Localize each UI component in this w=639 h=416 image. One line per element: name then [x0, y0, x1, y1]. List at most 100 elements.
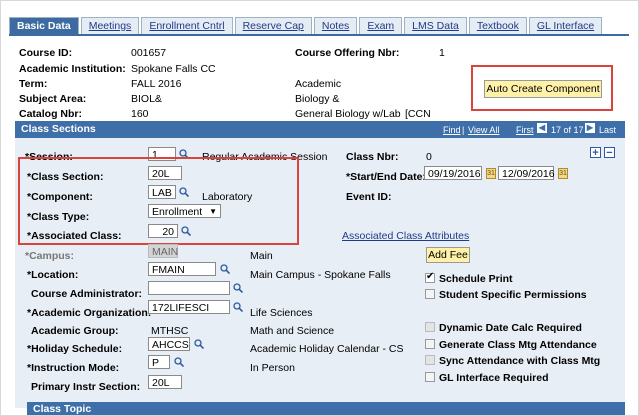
instr-mode-input[interactable]: P: [148, 355, 170, 369]
tab-underline: [9, 34, 629, 36]
class-section-input[interactable]: 20L: [148, 166, 182, 180]
class-sections-header: Class Sections Find | View All First ◀ 1…: [15, 121, 625, 138]
view-all-link[interactable]: View All: [468, 125, 499, 135]
subject-label: Subject Area:: [19, 93, 87, 105]
primary-instr-input[interactable]: 20L: [148, 375, 182, 389]
class-type-label: *Class Type:: [27, 211, 90, 223]
tab-enrollment-cntrl[interactable]: Enrollment Cntrl: [141, 17, 233, 34]
tab-notes[interactable]: Notes: [313, 17, 358, 34]
prev-arrow-icon[interactable]: ◀: [537, 123, 547, 133]
holiday-search-icon[interactable]: [194, 339, 204, 349]
course-id-label: Course ID:: [19, 47, 73, 59]
term-desc: Academic: [295, 78, 342, 90]
location-search-icon[interactable]: [220, 264, 230, 274]
term-label: Term:: [19, 78, 48, 90]
add-fee-button[interactable]: Add Fee: [426, 247, 470, 263]
gl-interface-label: GL Interface Required: [439, 372, 549, 384]
campus-label: *Campus:: [25, 250, 75, 262]
location-label: *Location:: [27, 269, 79, 281]
associated-class-attributes-link[interactable]: Associated Class Attributes: [342, 230, 469, 242]
class-sections-title: Class Sections: [21, 123, 96, 135]
instr-mode-search-icon[interactable]: [174, 357, 184, 367]
associated-class-label: *Associated Class:: [27, 230, 122, 242]
component-desc: Laboratory: [202, 191, 253, 203]
subject-value: BIOL&: [131, 93, 162, 105]
gl-interface-checkbox[interactable]: [425, 372, 435, 382]
component-search-icon[interactable]: [179, 187, 189, 197]
dynamic-date-checkbox[interactable]: [425, 322, 435, 332]
class-type-value: Enrollment: [152, 206, 203, 218]
campus-desc: Main: [250, 250, 273, 262]
student-permissions-checkbox[interactable]: [425, 289, 435, 299]
catalog-label: Catalog Nbr:: [19, 108, 82, 120]
auto-create-component-button[interactable]: Auto Create Component: [484, 80, 602, 98]
last-link[interactable]: Last: [599, 125, 616, 135]
tab-exam[interactable]: Exam: [359, 17, 403, 34]
schedule-print-checkbox[interactable]: ✔: [425, 271, 435, 283]
class-topic-title: Class Topic: [33, 403, 92, 415]
end-calendar-icon[interactable]: 31: [558, 168, 568, 179]
first-link[interactable]: First: [516, 125, 534, 135]
schedule-print-label: Schedule Print: [439, 273, 513, 285]
class-topic-header: Class Topic: [27, 402, 625, 415]
tab-textbook[interactable]: Textbook: [468, 17, 527, 34]
acad-org-search-icon[interactable]: [233, 302, 243, 312]
catalog-desc: General Biology w/Lab: [295, 108, 401, 120]
tab-bar: Basic Data Meetings Enrollment Cntrl Res…: [9, 17, 604, 35]
instr-mode-label: *Instruction Mode:: [27, 362, 120, 374]
acad-org-desc: Life Sciences: [250, 307, 313, 319]
acad-org-label: *Academic Organization:: [27, 307, 152, 319]
add-row-button[interactable]: +: [590, 147, 601, 159]
acad-group-label: Academic Group:: [31, 325, 119, 337]
holiday-desc: Academic Holiday Calendar - CS: [250, 343, 404, 355]
offering-label: Course Offering Nbr:: [295, 47, 400, 59]
event-id-label: Event ID:: [346, 191, 392, 203]
dynamic-date-label: Dynamic Date Calc Required: [439, 322, 582, 334]
component-input[interactable]: LAB: [148, 185, 176, 199]
tab-basic-data[interactable]: Basic Data: [9, 17, 79, 34]
component-label: *Component:: [27, 191, 93, 203]
next-arrow-icon[interactable]: ▶: [585, 123, 595, 133]
campus-input: MAIN: [148, 244, 178, 258]
student-permissions-label: Student Specific Permissions: [439, 289, 587, 301]
start-end-label: *Start/End Date:: [346, 171, 426, 183]
delete-row-button[interactable]: −: [604, 147, 615, 159]
location-input[interactable]: FMAIN: [148, 262, 216, 276]
institution-label: Academic Institution:: [19, 63, 126, 75]
tab-meetings[interactable]: Meetings: [80, 17, 140, 34]
location-desc: Main Campus - Spokane Falls: [250, 269, 391, 281]
tab-reserve-cap[interactable]: Reserve Cap: [234, 17, 312, 34]
acad-org-input[interactable]: 172LIFESCI: [148, 300, 230, 314]
institution-value: Spokane Falls CC: [131, 63, 216, 75]
offering-value: 1: [439, 47, 445, 59]
class-nbr-label: Class Nbr:: [346, 151, 399, 163]
catalog-value: 160: [131, 108, 149, 120]
tab-gl-interface[interactable]: GL Interface: [528, 17, 603, 34]
find-link[interactable]: Find: [443, 125, 461, 135]
subject-desc: Biology &: [295, 93, 340, 105]
instr-mode-desc: In Person: [250, 362, 295, 374]
course-admin-label: Course Administrator:: [31, 288, 143, 300]
holiday-input[interactable]: AHCCS: [148, 337, 190, 351]
tab-lms-data[interactable]: LMS Data: [404, 17, 467, 34]
gen-attendance-checkbox[interactable]: [425, 339, 435, 349]
primary-instr-label: Primary Instr Section:: [31, 381, 141, 393]
course-id-value: 001657: [131, 47, 167, 59]
end-date-input[interactable]: 12/09/2016: [498, 166, 555, 180]
ccn-text: [CCN: [405, 108, 431, 120]
associated-class-input[interactable]: 20: [148, 224, 178, 238]
acad-group-value: MTHSC: [151, 325, 189, 337]
start-calendar-icon[interactable]: 31: [486, 168, 496, 179]
class-nbr-value: 0: [426, 151, 432, 163]
gen-attendance-label: Generate Class Mtg Attendance: [439, 339, 597, 351]
course-admin-input[interactable]: [148, 281, 230, 295]
dropdown-arrow-icon: ▼: [209, 207, 217, 216]
sync-attendance-label: Sync Attendance with Class Mtg: [439, 355, 601, 367]
acad-group-desc: Math and Science: [250, 325, 335, 337]
start-date-input[interactable]: 09/19/2016: [424, 166, 482, 180]
associated-class-search-icon[interactable]: [181, 226, 191, 236]
sync-attendance-checkbox[interactable]: [425, 355, 435, 365]
row-count: 17 of 17: [551, 125, 584, 135]
course-admin-search-icon[interactable]: [233, 283, 243, 293]
class-type-select[interactable]: Enrollment ▼: [148, 204, 221, 218]
